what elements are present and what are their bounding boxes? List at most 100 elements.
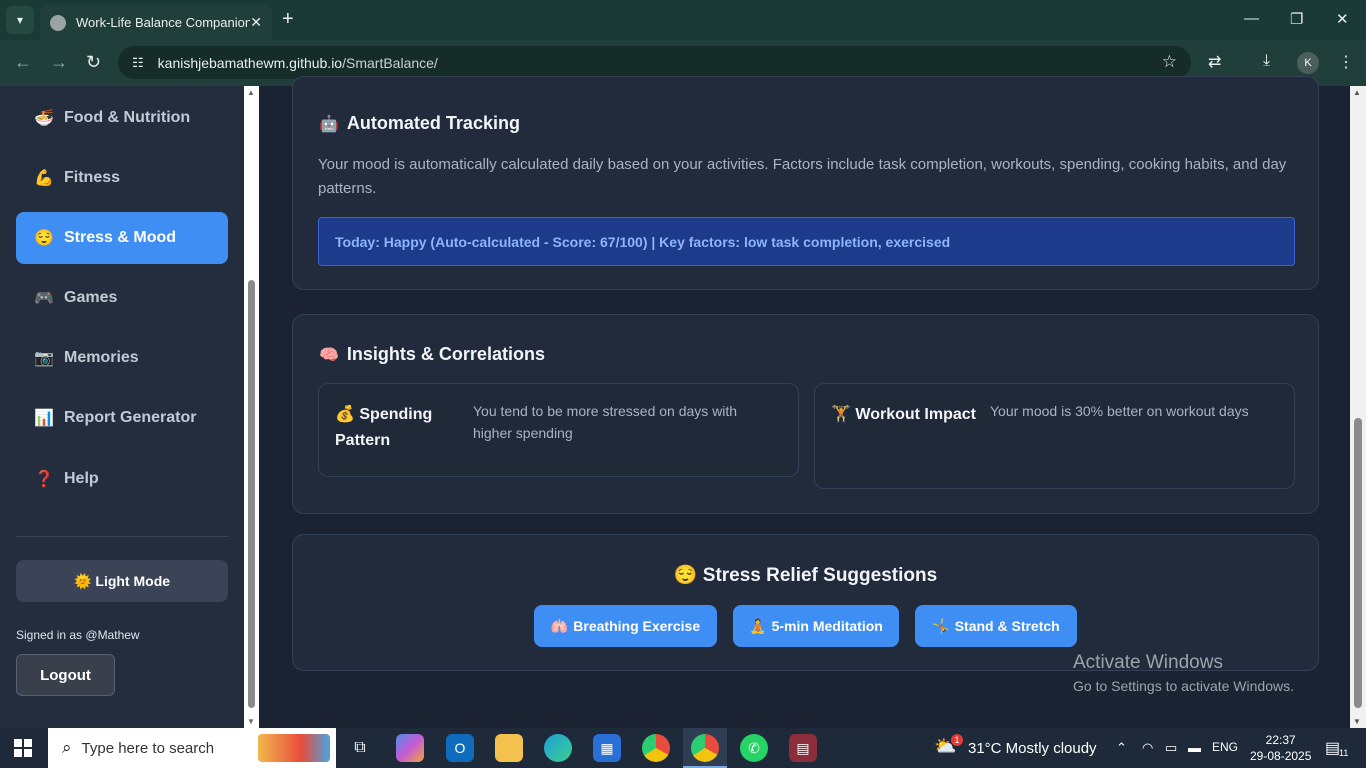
noodle-bowl-icon: 🍜 — [34, 110, 54, 127]
insight-text: Your mood is 30% better on workout days — [990, 403, 1249, 419]
browser-tab[interactable]: Work-Life Balance Companion ✕ — [40, 5, 272, 40]
scroll-up-arrow-icon[interactable]: ▲ — [247, 88, 255, 97]
page-scrollbar[interactable]: ▲ ▼ — [1350, 86, 1366, 728]
sidebar-item-memories[interactable]: 📷 Memories — [16, 332, 228, 384]
taskbar-search-box[interactable]: ⌕ Type here to search — [48, 728, 336, 768]
forward-icon[interactable]: → — [50, 52, 68, 73]
brain-icon: 🧠 — [319, 346, 339, 364]
winrar-icon[interactable]: ▤ — [789, 734, 817, 762]
translate-icon[interactable]: ⇄ — [1208, 52, 1221, 72]
signed-in-text: Signed in as @Mathew — [16, 628, 140, 642]
tab-title: Work-Life Balance Companion — [76, 15, 251, 30]
lungs-icon: 🫁 — [550, 617, 569, 634]
whatsapp-icon[interactable]: ✆ — [740, 734, 768, 762]
sidebar-item-report-generator[interactable]: 📊 Report Generator — [16, 392, 228, 444]
copilot-icon[interactable] — [396, 734, 424, 762]
breathing-exercise-button[interactable]: 🫁 Breathing Exercise — [534, 605, 717, 647]
show-hidden-icons-icon[interactable]: ⌃ — [1116, 740, 1127, 756]
windows-taskbar: ⌕ Type here to search ⧉ O ▦ ✆ ▤ ⛅ 1 31°C… — [0, 728, 1366, 768]
address-bar[interactable]: ☷ kanishjebamathewm.github.io/SmartBalan… — [118, 46, 1191, 79]
stretch-icon: 🤸 — [932, 617, 950, 634]
weightlifter-icon: 🏋 — [831, 406, 851, 423]
sidebar-item-label: Games — [64, 289, 118, 306]
network-icon[interactable]: ◠ — [1142, 740, 1153, 756]
sun-icon: 🌞 — [73, 572, 92, 589]
bar-chart-icon: 📊 — [34, 410, 54, 427]
sidebar-item-label: Memories — [64, 349, 139, 366]
url-text: kanishjebamathewm.github.io/SmartBalance… — [158, 55, 438, 71]
sidebar-divider — [16, 536, 228, 537]
scrollbar-thumb[interactable] — [1354, 418, 1362, 708]
sidebar-item-label: Fitness — [64, 169, 121, 186]
scrollbar-thumb[interactable] — [248, 280, 255, 708]
bookmark-star-icon[interactable]: ☆ — [1162, 52, 1177, 72]
chrome-profile-icon[interactable] — [691, 734, 719, 762]
scroll-up-arrow-icon[interactable]: ▲ — [1353, 88, 1361, 97]
close-tab-icon[interactable]: ✕ — [250, 14, 262, 31]
profile-avatar[interactable]: K — [1297, 52, 1319, 74]
activate-windows-watermark: Activate Windows Go to Settings to activ… — [1073, 652, 1294, 694]
robot-icon: 🤖 — [319, 115, 339, 133]
scroll-down-arrow-icon[interactable]: ▼ — [1353, 717, 1361, 726]
outlook-icon[interactable]: O — [446, 734, 474, 762]
insight-text: You tend to be more stressed on days wit… — [473, 403, 738, 441]
insights-title: Insights & Correlations — [346, 344, 545, 364]
sidebar-item-fitness[interactable]: 💪 Fitness — [16, 152, 228, 204]
globe-icon — [50, 14, 66, 31]
insights-card: 🧠 Insights & Correlations 💰 Spending Pat… — [292, 314, 1319, 514]
language-indicator[interactable]: ENG — [1212, 740, 1238, 754]
url-host: kanishjebamathewm.github.io — [157, 54, 343, 71]
minimize-icon[interactable]: — — [1244, 10, 1259, 27]
sidebar-item-food-nutrition[interactable]: 🍜 Food & Nutrition — [16, 92, 228, 144]
stand-stretch-button[interactable]: 🤸 Stand & Stretch — [915, 605, 1077, 647]
insight-spending-pattern: 💰 Spending Pattern You tend to be more s… — [318, 383, 799, 477]
question-mark-icon: ❓ — [34, 471, 54, 488]
card-title: 🤖 Automated Tracking — [319, 113, 520, 134]
meditation-icon: 🧘 — [749, 617, 767, 634]
logout-button[interactable]: Logout — [16, 654, 115, 696]
meditation-button[interactable]: 🧘 5-min Meditation — [733, 605, 899, 647]
search-icon: ⌕ — [62, 738, 72, 757]
stress-relief-title: 😌 Stress Relief Suggestions — [673, 565, 938, 586]
stress-relief-card: 😌 Stress Relief Suggestions 🫁 Breathing … — [292, 534, 1319, 671]
money-bag-icon: 💰 — [335, 406, 355, 423]
sidebar-item-help[interactable]: ❓ Help — [16, 453, 228, 505]
tracking-description: Your mood is automatically calculated da… — [318, 156, 1287, 197]
back-icon[interactable]: ← — [14, 52, 32, 73]
battery-icon[interactable]: ▬ — [1188, 740, 1201, 755]
more-menu-icon[interactable]: ⋮ — [1338, 52, 1354, 72]
insight-workout-impact: 🏋 Workout Impact Your mood is 30% better… — [814, 383, 1295, 489]
automated-tracking-card: 🤖 Automated Tracking Your mood is automa… — [292, 76, 1319, 290]
automated-tracking-title: Automated Tracking — [346, 113, 520, 133]
windows-start-icon[interactable] — [14, 739, 32, 757]
weather-text[interactable]: 31°C Mostly cloudy — [968, 740, 1097, 757]
search-highlight-image — [258, 734, 330, 762]
insight-title: 💰 Spending Pattern — [335, 406, 433, 449]
sidebar-item-stress-mood[interactable]: 😌 Stress & Mood — [16, 212, 228, 264]
new-tab-button[interactable]: + — [282, 8, 294, 31]
reload-icon[interactable]: ↻ — [86, 52, 101, 73]
today-mood-status: Today: Happy (Auto-calculated - Score: 6… — [318, 217, 1295, 266]
close-window-icon[interactable]: ✕ — [1336, 10, 1349, 28]
task-view-icon[interactable]: ⧉ — [346, 734, 374, 762]
site-settings-icon[interactable]: ☷ — [132, 55, 144, 71]
sidebar-item-games[interactable]: 🎮 Games — [16, 272, 228, 324]
download-icon[interactable]: ⤓ — [1263, 52, 1270, 70]
microsoft-store-icon[interactable]: ▦ — [593, 734, 621, 762]
chrome-icon[interactable] — [642, 734, 670, 762]
taskbar-clock[interactable]: 22:37 29-08-2025 — [1250, 732, 1311, 764]
tab-search-button[interactable]: ▾ — [6, 6, 34, 34]
light-mode-toggle[interactable]: 🌞 Light Mode — [16, 560, 228, 602]
search-placeholder: Type here to search — [81, 739, 215, 757]
scroll-down-arrow-icon[interactable]: ▼ — [247, 717, 255, 726]
sidebar-item-label: Report Generator — [64, 409, 197, 426]
browser-tab-bar: ▾ Work-Life Balance Companion ✕ + — ❐ ✕ — [0, 0, 1366, 40]
clock-time: 22:37 — [1265, 733, 1296, 747]
edge-icon[interactable] — [544, 734, 572, 762]
file-explorer-icon[interactable] — [495, 734, 523, 762]
sidebar-scrollbar[interactable]: ▲ ▼ — [244, 86, 259, 728]
restore-icon[interactable]: ❐ — [1290, 10, 1303, 28]
meet-now-icon[interactable]: ▭ — [1165, 740, 1177, 756]
light-mode-label: Light Mode — [95, 573, 171, 589]
notification-icon[interactable]: ▤ — [1325, 738, 1340, 758]
